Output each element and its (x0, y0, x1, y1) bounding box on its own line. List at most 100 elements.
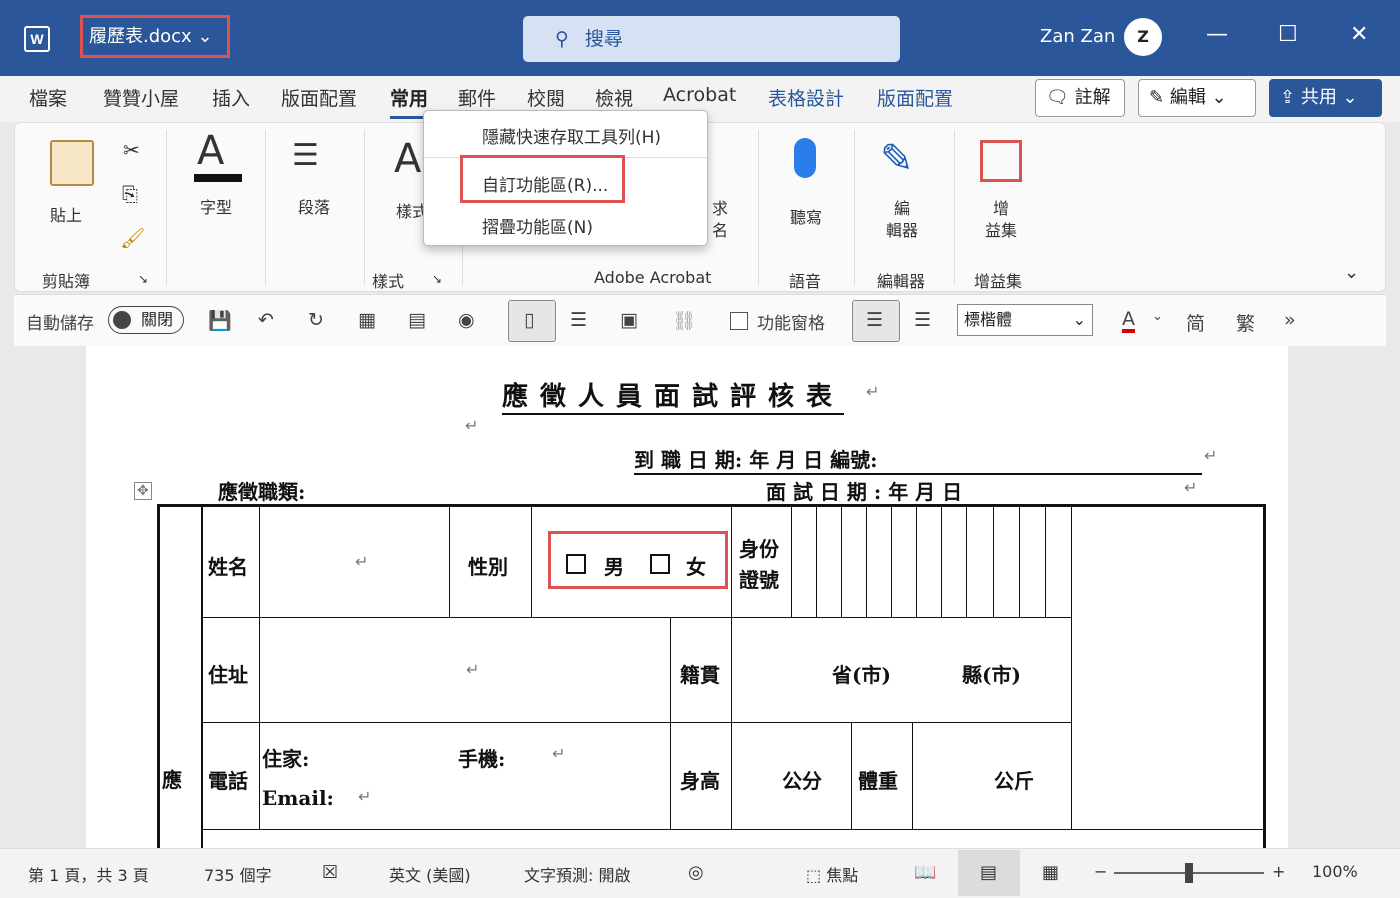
id-digit-line (891, 504, 892, 618)
request-sign-button[interactable]: 求 名 (712, 198, 728, 242)
copy-icon[interactable]: ⎘ (122, 182, 138, 206)
share-button[interactable]: ⇪ 共用 ⌄ (1269, 79, 1382, 117)
collapse-ribbon-icon[interactable]: ⌄ (1344, 262, 1359, 283)
return-mark: ↵ (466, 660, 480, 679)
page-count[interactable]: 第 1 頁，共 3 頁 (28, 862, 149, 886)
tab-view[interactable]: 檢視 (595, 84, 633, 111)
collapse-ribbon-item[interactable]: 摺疊功能區(N) (482, 213, 593, 238)
title-bar: W 履歷表.docx ⌄ ⚲ 搜尋 Zan Zan Z — ☐ ✕ (0, 0, 1400, 76)
language-label[interactable]: 英文 (美國) (389, 862, 471, 886)
id-digit-line (1019, 504, 1020, 618)
tab-layout[interactable]: 版面配置 (281, 84, 357, 111)
cm-unit: 公分 (782, 769, 822, 793)
id-digit-line (993, 504, 994, 618)
text-prediction-label[interactable]: 文字預測: 開啟 (524, 862, 630, 886)
accessibility-icon[interactable]: ◎ (688, 862, 704, 883)
search-box[interactable]: ⚲ 搜尋 (523, 16, 900, 62)
simplified-button[interactable]: 简 (1186, 309, 1205, 336)
list-icon[interactable]: ☰ (570, 309, 587, 331)
table-line (912, 722, 913, 830)
more-icon[interactable]: » (1284, 309, 1296, 331)
read-mode-icon[interactable]: 📖 (914, 862, 936, 883)
zoom-level[interactable]: 100% (1312, 862, 1358, 881)
tab-home[interactable]: 常用 (390, 84, 429, 119)
share-icon: ⇪ (1280, 87, 1296, 108)
zoom-out-icon[interactable]: − (1094, 862, 1107, 881)
font-select[interactable]: 標楷體 ⌄ (957, 304, 1093, 336)
avatar[interactable]: Z (1124, 18, 1162, 56)
search-label: 搜尋 (584, 28, 623, 50)
document-name: 履歷表.docx (89, 26, 192, 47)
form-icon[interactable]: ▤ (408, 309, 426, 331)
chevron-down-icon[interactable]: ⌄ (1152, 309, 1163, 324)
table-icon[interactable]: ▦ (358, 309, 376, 331)
paragraph-button[interactable]: 段落 (298, 194, 330, 218)
tab-table-design[interactable]: 表格設計 (768, 84, 844, 111)
proofing-icon[interactable]: ☒ (322, 862, 338, 883)
pencil-icon: ✎ (1149, 87, 1165, 108)
tab-zanzan[interactable]: 贊贊小屋 (103, 84, 179, 111)
table-line (201, 504, 203, 848)
autosave-label: 自動儲存 (26, 314, 94, 334)
focus-label: 焦點 (826, 866, 859, 885)
tab-mailings[interactable]: 郵件 (458, 84, 496, 111)
word-count[interactable]: 735 個字 (204, 862, 272, 886)
id-digit-line (966, 504, 967, 618)
format-painter-icon[interactable]: 🖌 (120, 226, 145, 250)
save-icon[interactable]: 💾 (208, 309, 232, 332)
edit-button[interactable]: ✎ 編輯 ⌄ (1138, 79, 1256, 117)
close-icon[interactable]: ✕ (1350, 22, 1368, 47)
minimize-icon[interactable]: — (1206, 22, 1228, 47)
zoom-in-icon[interactable]: + (1272, 862, 1285, 881)
tab-file[interactable]: 檔案 (29, 84, 67, 111)
tab-acrobat[interactable]: Acrobat (663, 84, 736, 106)
table-line (670, 618, 671, 830)
tab-insert[interactable]: 插入 (212, 84, 250, 111)
cut-icon[interactable]: ✂ (123, 138, 140, 162)
editor-button[interactable]: 編 輯器 (886, 198, 918, 242)
dialog-launcher-icon[interactable]: ↘ (138, 272, 148, 286)
addins-button[interactable]: 增 益集 (985, 198, 1017, 242)
group-separator (364, 130, 365, 285)
traditional-button[interactable]: 繁 (1236, 309, 1255, 336)
comment-button[interactable]: 🗨 註解 (1035, 79, 1125, 117)
undo-icon[interactable]: ↶ (258, 309, 274, 331)
focus-button[interactable]: ⬚ 焦點 (806, 862, 858, 886)
return-mark: ↵ (1204, 446, 1218, 465)
link-icon[interactable]: ⛓ (672, 309, 696, 332)
document-name-dropdown[interactable]: 履歷表.docx ⌄ (80, 15, 230, 58)
addins-icon (980, 140, 1022, 182)
table-line (259, 504, 260, 830)
font-color-icon[interactable]: A (1122, 309, 1135, 333)
editor-group-label: 編輯器 (877, 272, 926, 291)
id-digit-line (841, 504, 842, 618)
redo-icon[interactable]: ↻ (308, 309, 324, 331)
image-icon[interactable]: ▣ (620, 309, 638, 331)
tab-table-layout[interactable]: 版面配置 (877, 84, 953, 111)
id-label: 身份 證號 (739, 537, 779, 592)
id-digit-line (816, 504, 817, 618)
comment-label: 註解 (1074, 87, 1111, 108)
maximize-icon[interactable]: ☐ (1278, 22, 1298, 47)
autosave-toggle[interactable]: 關閉 (108, 306, 184, 334)
record-icon[interactable]: ◉ (458, 309, 475, 331)
align-center-icon[interactable]: ☰ (914, 309, 931, 331)
dictate-button[interactable]: 聽寫 (790, 204, 822, 228)
table-move-handle[interactable]: ✥ (134, 482, 152, 500)
hide-quick-access-item[interactable]: 隱藏快速存取工具列(H) (482, 123, 661, 148)
font-icon[interactable]: A (197, 128, 224, 174)
search-icon: ⚲ (555, 28, 569, 50)
paste-button[interactable]: 貼上 (50, 202, 82, 226)
id-digit-line (916, 504, 917, 618)
zoom-slider-thumb[interactable] (1185, 863, 1193, 883)
font-button[interactable]: 字型 (200, 194, 232, 218)
address-label: 住址 (208, 663, 248, 687)
web-layout-icon[interactable]: ▦ (1042, 862, 1059, 883)
styles-icon[interactable]: A (394, 136, 421, 182)
paragraph-icon[interactable]: ☰ (292, 138, 319, 173)
name-label: 姓名 (208, 555, 248, 579)
nav-pane-checkbox[interactable] (730, 312, 748, 330)
tab-review[interactable]: 校閱 (527, 84, 565, 111)
dialog-launcher-icon[interactable]: ↘ (432, 272, 442, 286)
word-app-icon[interactable]: W (24, 26, 50, 52)
